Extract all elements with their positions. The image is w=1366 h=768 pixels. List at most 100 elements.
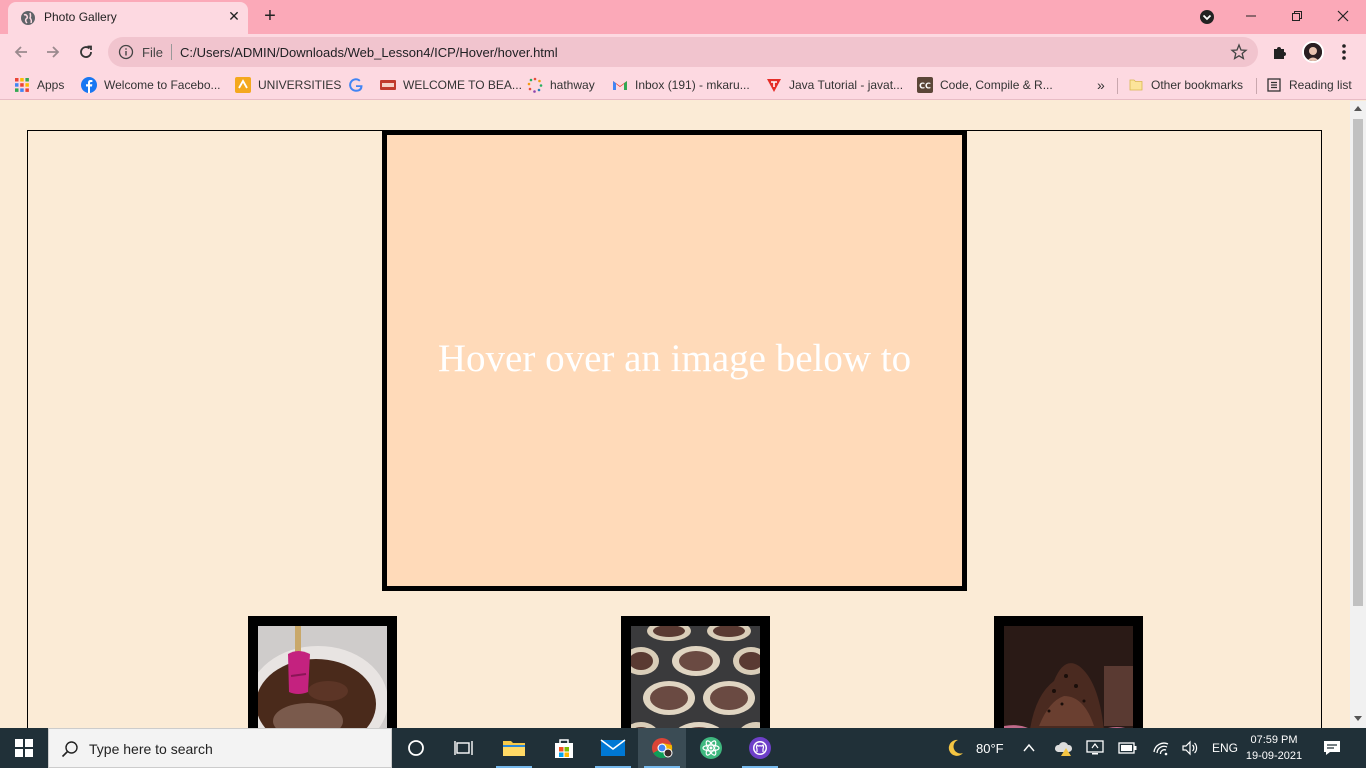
preview-image-area: Hover over an image below to <box>382 130 967 591</box>
scroll-up-arrow-icon[interactable] <box>1354 106 1362 111</box>
show-hidden-icons-button[interactable] <box>1022 728 1036 768</box>
chrome-button[interactable] <box>638 728 686 768</box>
wifi-tray-icon[interactable] <box>1152 728 1170 768</box>
reading-list-button[interactable]: Reading list <box>1266 76 1352 94</box>
start-button[interactable] <box>0 728 48 768</box>
taskbar-search-box[interactable]: Type here to search <box>48 728 392 768</box>
thumbnail-chocolate-cupcake-image[interactable] <box>1004 626 1133 728</box>
other-bookmarks-folder[interactable]: Other bookmarks <box>1128 76 1243 94</box>
more-menu-icon[interactable] <box>1334 42 1354 62</box>
notifications-button[interactable] <box>1322 728 1342 768</box>
clock-date: 19-09-2021 <box>1245 750 1303 762</box>
forward-arrow-icon <box>47 46 60 58</box>
page-scrollbar[interactable] <box>1350 101 1366 728</box>
wifi-icon <box>1153 742 1169 756</box>
javatpoint-icon <box>767 79 781 92</box>
page-content: Hover over an image below to <box>0 101 1350 728</box>
atom-editor-button[interactable] <box>687 728 735 768</box>
facebook-icon <box>81 77 97 93</box>
file-explorer-button[interactable] <box>490 728 538 768</box>
speaker-icon <box>1182 740 1198 756</box>
weather-temperature: 80°F <box>976 740 1004 756</box>
url-text[interactable]: C:/Users/ADMIN/Downloads/Web_Lesson4/ICP… <box>180 45 558 60</box>
battery-tray-icon[interactable] <box>1118 728 1138 768</box>
bookmark-welcome-to-bea[interactable]: WELCOME TO BEA... <box>380 76 522 94</box>
bookmark-universities[interactable]: UNIVERSITIES <box>235 76 341 94</box>
scroll-down-arrow-icon[interactable] <box>1354 716 1362 721</box>
reading-list-icon <box>1267 78 1281 92</box>
extensions-puzzle-icon[interactable] <box>1270 42 1290 62</box>
tab-strip: Photo Gallery ✕ + <box>0 0 1366 34</box>
thumbnail-chocolate-cupcake[interactable] <box>994 616 1143 728</box>
bookmark-label: UNIVERSITIES <box>258 78 342 92</box>
bookmark-hathway[interactable]: hathway <box>527 76 595 94</box>
preview-text: Hover over an image below to <box>437 337 912 380</box>
restore-icon <box>1292 11 1302 21</box>
globe-icon <box>21 11 35 25</box>
bookmark-star-icon[interactable] <box>1230 43 1248 61</box>
onedrive-tray-icon[interactable] <box>1054 728 1074 768</box>
forward-button[interactable] <box>42 41 64 63</box>
microsoft-store-button[interactable] <box>540 728 588 768</box>
apps-grid-icon <box>15 78 29 92</box>
back-button[interactable] <box>10 41 32 63</box>
language-indicator[interactable]: ENG <box>1212 728 1238 768</box>
address-bar[interactable]: File C:/Users/ADMIN/Downloads/Web_Lesson… <box>108 37 1258 67</box>
reload-icon <box>80 45 92 58</box>
notification-center-icon <box>1324 741 1340 755</box>
close-tab-icon[interactable]: ✕ <box>226 8 242 25</box>
bookmark-label: WELCOME TO BEA... <box>403 78 522 92</box>
chevron-up-icon <box>1023 743 1035 752</box>
profile-avatar[interactable] <box>1302 41 1324 63</box>
github-desktop-button[interactable] <box>736 728 784 768</box>
monitor-icon <box>1086 740 1104 755</box>
reload-button[interactable] <box>75 41 97 63</box>
weather-widget[interactable]: 80°F <box>944 728 1004 768</box>
batter-photo-icon <box>258 626 387 728</box>
windows-taskbar: Type here to search 80°F ENG 07:59 PM 19… <box>0 728 1366 768</box>
cortana-button[interactable] <box>392 728 440 768</box>
bookmark-gmail-inbox[interactable]: Inbox (191) - mkaru... <box>612 76 750 94</box>
clock-time: 07:59 PM <box>1250 734 1298 746</box>
thumbnail-batter[interactable] <box>248 616 397 728</box>
thumbnail-batter-image[interactable] <box>258 626 387 728</box>
tab-search-icon[interactable] <box>1198 8 1216 26</box>
moon-weather-icon <box>948 739 963 756</box>
chrome-icon <box>652 738 673 759</box>
chocolate-cupcake-photo-icon <box>1004 626 1133 728</box>
volume-tray-icon[interactable] <box>1181 728 1199 768</box>
thumbnail-cupcake-tray[interactable] <box>621 616 770 728</box>
folder-icon <box>503 741 525 756</box>
cloud-warning-icon <box>1054 742 1073 756</box>
bookmark-facebook[interactable]: Welcome to Facebo... <box>81 76 221 94</box>
minimize-button[interactable] <box>1228 4 1274 28</box>
omnibox-divider <box>171 44 172 60</box>
info-icon[interactable] <box>118 44 134 60</box>
bookmark-label: Other bookmarks <box>1151 78 1244 92</box>
mail-button[interactable] <box>589 728 637 768</box>
bookmark-label: Welcome to Facebo... <box>104 78 221 92</box>
gmail-icon <box>613 81 627 90</box>
url-scheme-label: File <box>142 45 163 60</box>
profile-avatar-icon <box>1304 43 1322 61</box>
scrollbar-thumb[interactable] <box>1353 119 1363 606</box>
bookmark-codechef[interactable]: CC Code, Compile & R... <box>917 76 1053 94</box>
more-bookmarks-button[interactable]: » <box>1097 76 1105 94</box>
display-tray-icon[interactable] <box>1086 728 1104 768</box>
atom-icon <box>700 737 722 759</box>
tab-title: Photo Gallery <box>44 10 117 24</box>
close-window-button[interactable] <box>1320 4 1366 28</box>
restore-button[interactable] <box>1274 4 1320 28</box>
tab-photo-gallery[interactable]: Photo Gallery ✕ <box>8 2 248 34</box>
bookmark-java-tutorial[interactable]: Java Tutorial - javat... <box>766 76 903 94</box>
new-tab-button[interactable]: + <box>258 5 282 27</box>
bookmark-google[interactable] <box>348 76 371 94</box>
folder-icon <box>1129 79 1143 91</box>
thumbnail-cupcake-tray-image[interactable] <box>631 626 760 728</box>
google-icon <box>349 78 363 92</box>
github-icon <box>749 737 771 759</box>
mail-icon <box>600 739 626 756</box>
system-clock[interactable]: 07:59 PM 19-09-2021 <box>1240 732 1308 764</box>
bookmark-apps[interactable]: Apps <box>14 76 64 94</box>
task-view-button[interactable] <box>440 728 488 768</box>
